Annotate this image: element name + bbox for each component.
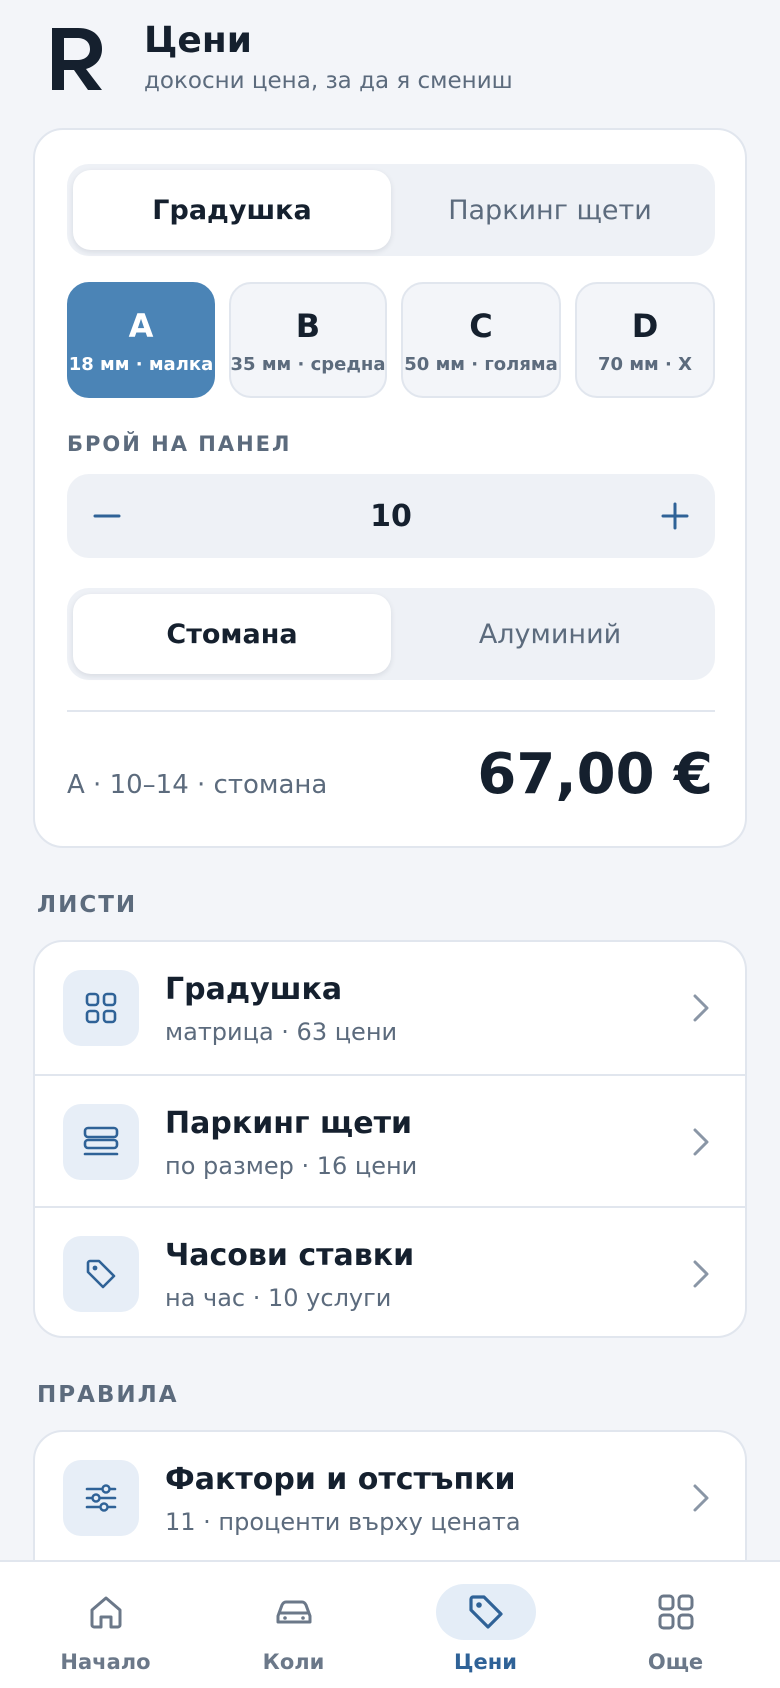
size-option-c[interactable]: C 50 мм · голяма bbox=[401, 282, 561, 398]
size-desc: 70 мм · X bbox=[598, 353, 692, 375]
plus-icon bbox=[661, 502, 689, 530]
size-letter: A bbox=[128, 306, 154, 345]
size-option-b[interactable]: B 35 мм · средна bbox=[229, 282, 387, 398]
page-title: Цени bbox=[144, 20, 252, 61]
grid-icon bbox=[63, 970, 139, 1046]
list-item-title: Градушка bbox=[165, 972, 343, 1007]
apps-icon bbox=[626, 1584, 726, 1640]
nav-item-home[interactable]: Начало bbox=[8, 1562, 203, 1688]
panel-count-stepper: 10 bbox=[67, 474, 715, 558]
list-item-hourly[interactable]: Часови ставки на час · 10 услуги bbox=[35, 1206, 745, 1336]
increment-button[interactable] bbox=[635, 474, 715, 558]
chevron-right-icon bbox=[693, 1260, 709, 1288]
size-selector: A 18 мм · малка B 35 мм · средна C 50 мм… bbox=[67, 282, 715, 400]
size-option-a[interactable]: A 18 мм · малка bbox=[67, 282, 215, 398]
size-letter: C bbox=[469, 306, 493, 345]
sliders-icon bbox=[63, 1460, 139, 1536]
home-icon bbox=[56, 1584, 156, 1640]
lists-section-label: ЛИСТИ bbox=[37, 892, 138, 918]
size-letter: D bbox=[631, 306, 659, 345]
chevron-right-icon bbox=[693, 1128, 709, 1156]
layers-icon bbox=[63, 1104, 139, 1180]
decrement-button[interactable] bbox=[67, 474, 147, 558]
list-item-title: Паркинг щети bbox=[165, 1106, 412, 1141]
rules-section-label: ПРАВИЛА bbox=[37, 1382, 179, 1408]
tag-icon bbox=[63, 1236, 139, 1312]
tag-icon bbox=[435, 1584, 536, 1640]
list-item-parking[interactable]: Паркинг щети по размер · 16 цени bbox=[35, 1074, 745, 1206]
nav-label: Цени bbox=[454, 1650, 517, 1674]
divider bbox=[67, 710, 715, 712]
panel-count-value[interactable]: 10 bbox=[147, 474, 635, 558]
page-subtitle: докосни цена, за да я смениш bbox=[144, 68, 513, 94]
damage-type-toggle: Градушка Паркинг щети bbox=[67, 164, 715, 256]
bottom-navigation: Начало Коли Цени Още bbox=[0, 1560, 780, 1688]
chevron-right-icon bbox=[693, 1484, 709, 1512]
brand-logo-icon bbox=[52, 28, 102, 90]
nav-item-more[interactable]: Още bbox=[578, 1562, 773, 1688]
page-header: Цени докосни цена, за да я смениш bbox=[48, 18, 748, 118]
list-item-factors[interactable]: Фактори и отстъпки 11 · проценти върху ц… bbox=[35, 1432, 745, 1564]
nav-item-cars[interactable]: Коли bbox=[196, 1562, 391, 1688]
size-option-d[interactable]: D 70 мм · X bbox=[575, 282, 715, 398]
nav-item-prices[interactable]: Цени bbox=[388, 1562, 583, 1688]
damage-type-parking[interactable]: Паркинг щети bbox=[391, 170, 709, 250]
list-item-subtitle: матрица · 63 цени bbox=[165, 1018, 398, 1046]
car-icon bbox=[244, 1584, 344, 1640]
material-aluminium[interactable]: Алуминий bbox=[391, 594, 709, 674]
price-lists-card: Градушка матрица · 63 цени Паркинг щети … bbox=[33, 940, 747, 1338]
selection-summary: A · 10–14 · стомана bbox=[67, 770, 328, 800]
chevron-right-icon bbox=[693, 994, 709, 1022]
list-item-subtitle: по размер · 16 цени bbox=[165, 1152, 418, 1180]
panel-count-label: БРОЙ НА ПАНЕЛ bbox=[67, 432, 292, 456]
size-desc: 50 мм · голяма bbox=[404, 353, 558, 375]
nav-label: Начало bbox=[60, 1650, 151, 1674]
size-desc: 35 мм · средна bbox=[230, 353, 386, 375]
nav-label: Още bbox=[647, 1650, 704, 1674]
minus-icon bbox=[93, 514, 121, 518]
price-calculator-card: Градушка Паркинг щети A 18 мм · малка B … bbox=[33, 128, 747, 848]
size-letter: B bbox=[295, 306, 321, 345]
price-value[interactable]: 67,00 € bbox=[477, 742, 713, 807]
list-item-title: Фактори и отстъпки bbox=[165, 1462, 516, 1497]
list-item-subtitle: на час · 10 услуги bbox=[165, 1284, 392, 1312]
nav-label: Коли bbox=[262, 1650, 325, 1674]
list-item-title: Часови ставки bbox=[165, 1238, 415, 1273]
size-desc: 18 мм · малка bbox=[68, 353, 214, 375]
material-toggle: Стомана Алуминий bbox=[67, 588, 715, 680]
damage-type-hail[interactable]: Градушка bbox=[73, 170, 391, 250]
list-item-subtitle: 11 · проценти върху цената bbox=[165, 1508, 521, 1536]
material-steel[interactable]: Стомана bbox=[73, 594, 391, 674]
list-item-hail[interactable]: Градушка матрица · 63 цени bbox=[35, 942, 745, 1074]
